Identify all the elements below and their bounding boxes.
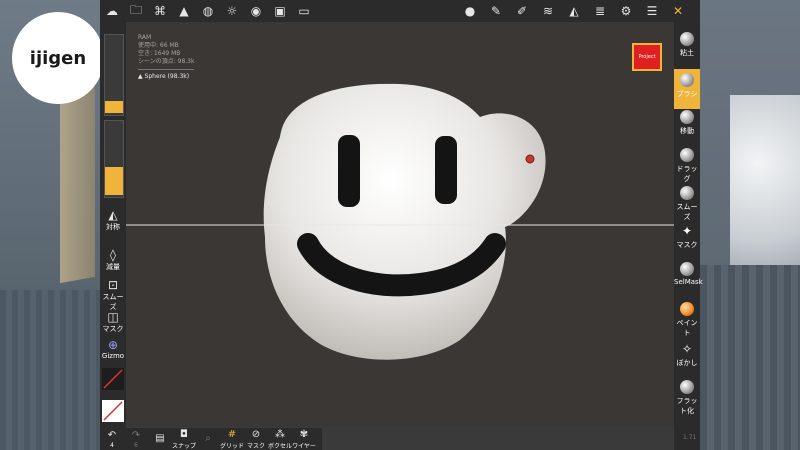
brush-cursor [525, 154, 535, 164]
mask-brush-icon: ✦ [681, 224, 693, 238]
folder-icon[interactable]: 🗀 [124, 0, 148, 22]
info-separator [138, 69, 194, 70]
move-icon [680, 110, 694, 124]
history-icon: ▤ [155, 433, 165, 444]
tool-mask[interactable]: ✦ マスク [674, 224, 700, 254]
lighting-icon[interactable]: ☼ [220, 0, 244, 22]
ram-used: 使用中: 66 MB [138, 42, 179, 49]
scene-vertices: シーンの頂点: 98.3k [138, 58, 195, 65]
history-button[interactable]: ▤ [148, 433, 172, 445]
mask-view-button[interactable]: ⊘ マスク [244, 429, 268, 450]
stroke-icon[interactable]: ≋ [536, 0, 560, 22]
camera-icon[interactable]: ▭ [292, 0, 316, 22]
zoom-button[interactable]: ⌕ [196, 433, 220, 445]
left-eye [338, 135, 360, 207]
ram-label: RAM [138, 34, 152, 41]
undo-icon: ↶ [107, 429, 117, 441]
voxel-icon: ⁂ [275, 428, 285, 440]
smooth-button[interactable]: ⊡ スムーズ [100, 278, 126, 312]
stroke-preview-top[interactable] [102, 368, 124, 390]
gizmo-button[interactable]: ⊕ Gizmo [100, 338, 126, 360]
topology-icon[interactable]: ▲ [172, 0, 196, 22]
voxel-button[interactable]: ⁂ ボクセル [268, 429, 292, 450]
picker-icon[interactable]: ✐ [510, 0, 534, 22]
brush-icon [680, 73, 694, 87]
falloff-icon[interactable]: ◭ [562, 0, 586, 22]
project-button[interactable]: Project [632, 43, 662, 71]
no-texture-icon [103, 401, 123, 421]
eye-off-icon: ⊘ [251, 428, 261, 440]
ram-free: 空き: 1649 MB [138, 50, 181, 57]
red-stroke-icon [103, 369, 123, 389]
symmetry-icon: ◭ [108, 208, 118, 222]
flatten-icon [680, 380, 694, 394]
snap-button[interactable]: ◘ スナップ [172, 429, 196, 450]
smooth-brush-icon [680, 186, 694, 200]
radius-slider-knob[interactable] [105, 101, 123, 113]
right-toolbar: 粘土 ブラシ 移動 ドラッグ スムーズ ✦ マスク SelMask ペイント ✧ ぼ… [674, 22, 703, 450]
smooth-icon: ⊡ [107, 278, 119, 292]
clay-icon [680, 32, 694, 46]
right-eye [435, 136, 457, 204]
tool-smooth[interactable]: スムーズ [674, 186, 700, 221]
sliders-icon[interactable]: ☰ [640, 0, 664, 22]
tool-selmask[interactable]: SelMask [674, 262, 703, 292]
background-floor-left [0, 290, 100, 450]
tool-blur[interactable]: ✧ ぼかし [674, 342, 700, 372]
layers-icon[interactable]: ≣ [588, 0, 612, 22]
selmask-icon [680, 262, 694, 276]
bottom-toolbar: ↶ 4 ↷ 6 ▤ ◘ スナップ ⌕ # グリッド ⊘ マスク ⁂ ボクセル ✾ ワイヤー [100, 428, 322, 450]
intensity-slider-knob[interactable] [105, 167, 123, 195]
top-toolbar: ☁ 🗀 ⌘ ▲ ◍ ☼ ◉ ▣ ▭ ● ✎ ✐ ≋ ◭ ≣ ⚙ ☰ ✕ [100, 0, 700, 22]
redo-button[interactable]: ↷ 6 [124, 430, 148, 449]
matcap-icon[interactable]: ● [458, 0, 482, 22]
scene-tree-icon[interactable]: ⌘ [148, 0, 172, 22]
paint-icon [680, 302, 694, 316]
grid-button[interactable]: # グリッド [220, 429, 244, 450]
tools-icon[interactable]: ✕ [666, 0, 690, 22]
background-marble [730, 95, 800, 265]
symmetry-button[interactable]: ◭ 対称 [100, 208, 126, 232]
radius-slider[interactable] [104, 34, 124, 116]
left-toolbar: ◭ 対称 ◊ 減量 ⊡ スムーズ ◫ マスク ⊕ Gizmo [100, 22, 126, 450]
intensity-slider[interactable] [104, 120, 124, 198]
wireframe-button[interactable]: ✾ ワイヤー [292, 429, 316, 450]
tool-clay[interactable]: 粘土 [674, 32, 700, 60]
tool-move[interactable]: 移動 [674, 110, 700, 140]
cloud-icon[interactable]: ☁ [100, 0, 124, 22]
clay-head [263, 83, 546, 360]
background-floor-right [700, 265, 800, 450]
material-icon[interactable]: ◉ [244, 0, 268, 22]
grid-icon: # [227, 428, 237, 440]
globe-icon[interactable]: ◍ [196, 0, 220, 22]
redo-icon: ↷ [131, 429, 141, 441]
scene-info: RAM 使用中: 66 MB 空き: 1649 MB シーンの頂点: 98.3k… [138, 34, 194, 81]
logo: ijigen [12, 12, 104, 104]
stroke-preview-bottom[interactable] [102, 400, 124, 422]
blur-icon: ✧ [681, 342, 693, 356]
settings-icon[interactable]: ⚙ [614, 0, 638, 22]
tool-flatten[interactable]: フラット化 [674, 380, 700, 420]
tool-paint[interactable]: ペイント [674, 302, 700, 337]
background-right [700, 0, 800, 450]
mask-icon: ◫ [107, 310, 119, 324]
decimate-button[interactable]: ◊ 減量 [100, 248, 126, 272]
sculpt-model[interactable] [100, 22, 675, 427]
zoom-icon: ⌕ [205, 433, 211, 444]
pen-icon[interactable]: ✎ [484, 0, 508, 22]
object-entry[interactable]: ▲ Sphere (98.3k) [138, 73, 194, 81]
image-icon[interactable]: ▣ [268, 0, 292, 22]
snap-icon: ◘ [180, 428, 188, 440]
tool-brush[interactable]: ブラシ [674, 69, 700, 109]
gizmo-icon: ⊕ [107, 338, 119, 352]
undo-button[interactable]: ↶ 4 [100, 430, 124, 449]
drag-icon [680, 148, 694, 162]
droplet-icon: ◊ [110, 248, 116, 262]
mask-button[interactable]: ◫ マスク [100, 310, 126, 334]
tool-drag[interactable]: ドラッグ [674, 148, 700, 183]
version-label: 1.71 [683, 434, 697, 441]
3d-viewport[interactable] [100, 22, 675, 427]
wireframe-icon: ✾ [299, 428, 309, 440]
